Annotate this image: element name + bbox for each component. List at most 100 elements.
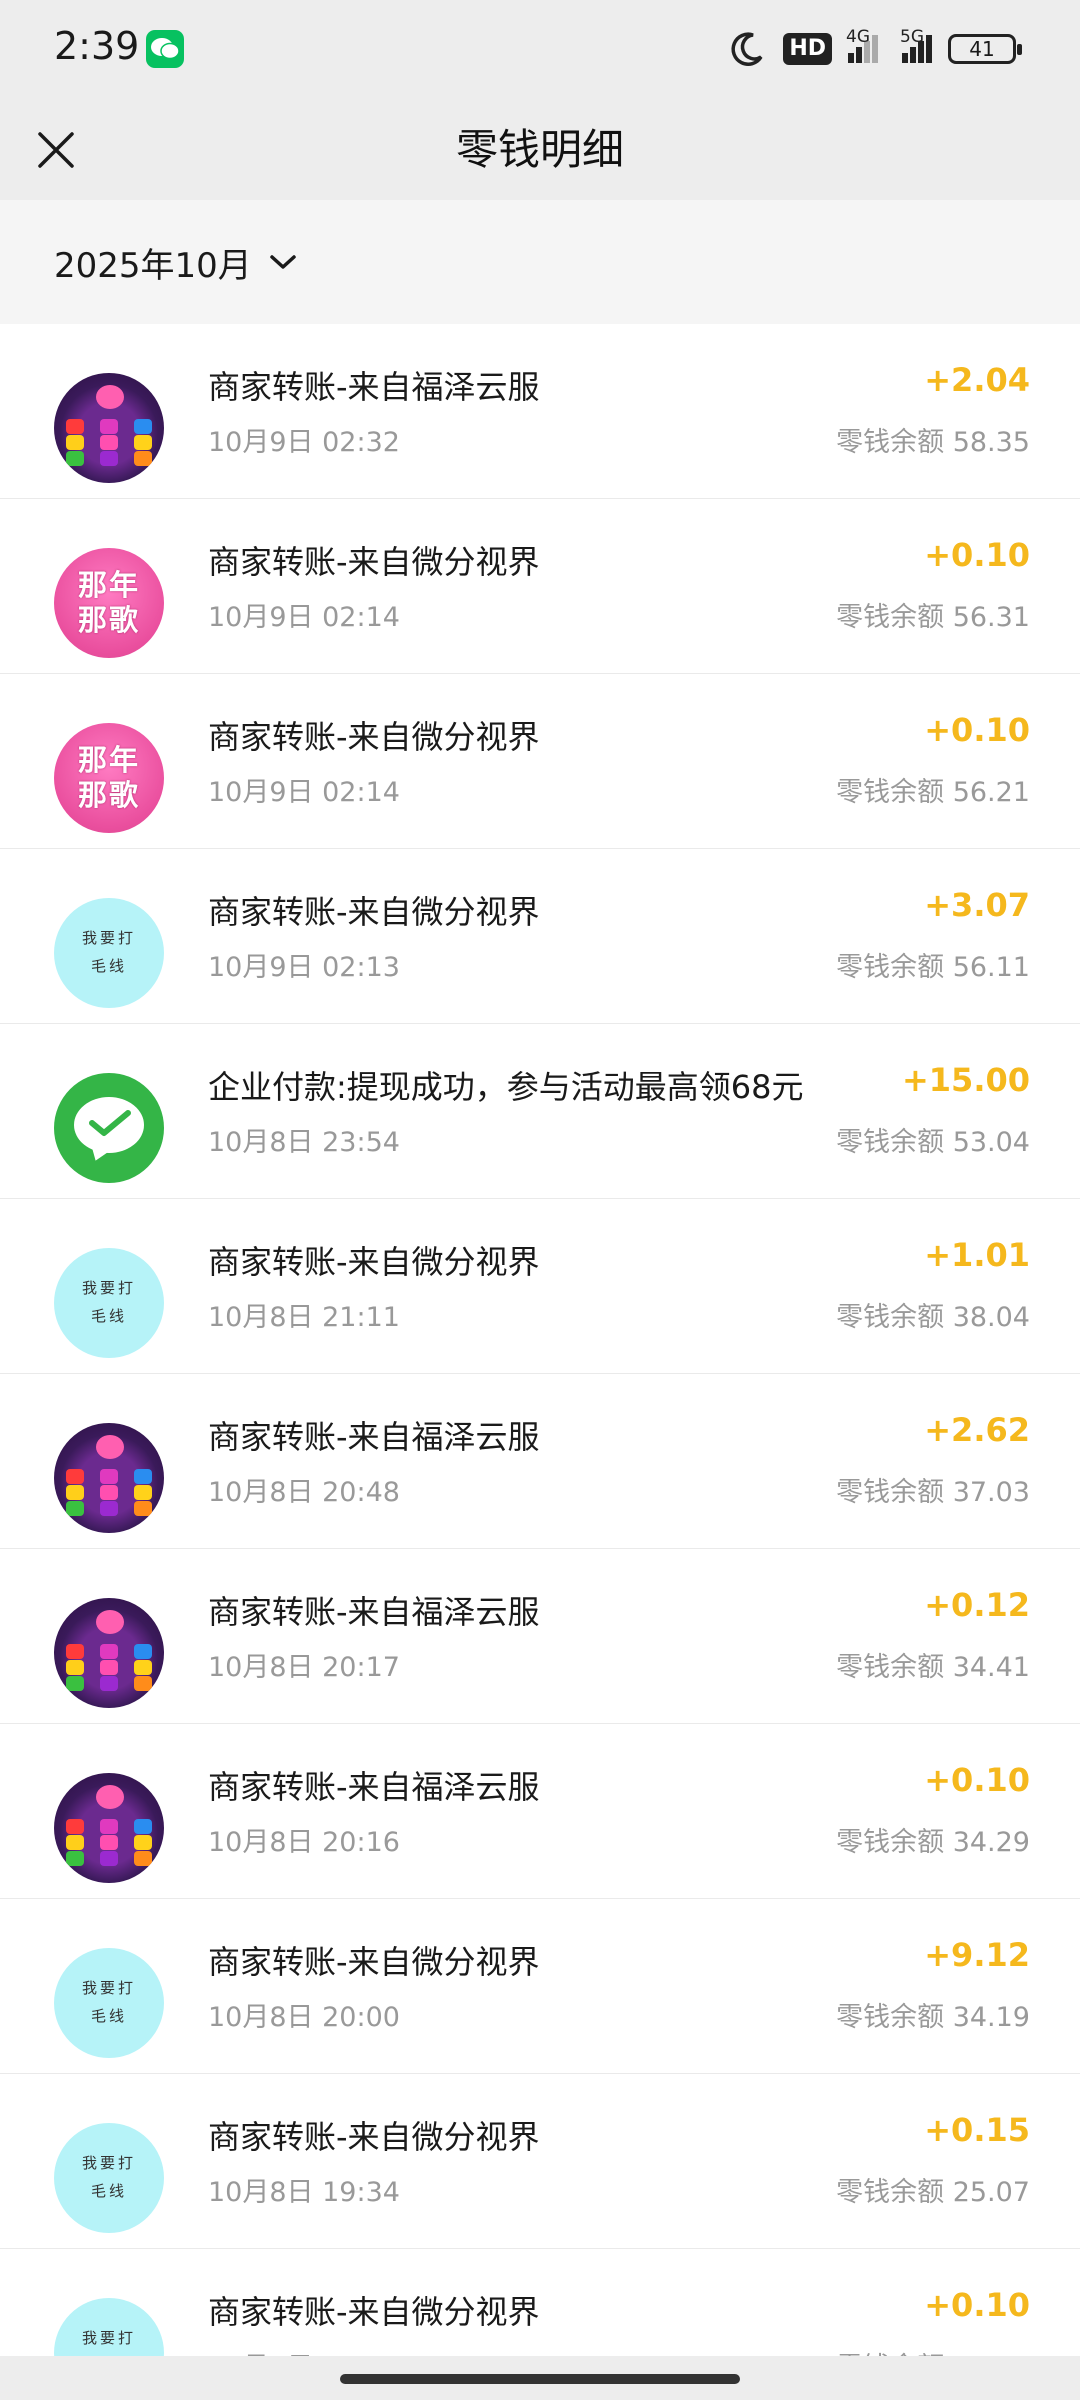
avatar-text-line2: 毛线 bbox=[90, 1307, 127, 1325]
transaction-row[interactable]: 企业付款:提现成功，参与活动最高领68元 10月8日 23:54 +15.00 零钱余… bbox=[0, 1024, 1080, 1199]
merchant-avatar-nana: 那年 那歌 bbox=[54, 723, 164, 833]
avatar-text-line1: 我要打 bbox=[81, 2329, 136, 2347]
transaction-time: 10月8日 20:00 bbox=[208, 2002, 400, 2033]
transaction-balance: 零钱余额 37.03 bbox=[836, 1477, 1030, 1508]
transaction-row[interactable]: 商家转账-来自福泽云服 10月9日 02:32 +2.04 零钱余额 58.35 bbox=[0, 324, 1080, 499]
merchant-avatar-color-stack bbox=[54, 1773, 164, 1883]
transaction-balance: 零钱余额 56.31 bbox=[836, 602, 1030, 633]
avatar-text-line1: 那年 bbox=[77, 743, 140, 777]
merchant-avatar-maoxian: 我要打毛线 bbox=[54, 2123, 164, 2233]
merchant-avatar-nana: 那年 那歌 bbox=[54, 548, 164, 658]
transaction-title: 商家转账-来自福泽云服 bbox=[208, 1593, 540, 1631]
transaction-time: 10月8日 20:17 bbox=[208, 1652, 400, 1683]
transaction-balance: 零钱余额 56.11 bbox=[836, 952, 1030, 983]
transaction-title: 商家转账-来自微分视界 bbox=[208, 893, 540, 931]
moon-icon bbox=[731, 32, 763, 66]
home-indicator[interactable] bbox=[340, 2374, 740, 2384]
transaction-balance: 零钱余额 38.04 bbox=[836, 1302, 1030, 1333]
transaction-row[interactable]: 商家转账-来自福泽云服 10月8日 20:17 +0.12 零钱余额 34.41 bbox=[0, 1549, 1080, 1724]
battery-icon: 41 bbox=[948, 34, 1022, 64]
transaction-amount: +0.10 bbox=[924, 711, 1030, 749]
transaction-title: 商家转账-来自微分视界 bbox=[208, 1943, 540, 1981]
transaction-amount: +2.04 bbox=[924, 361, 1030, 399]
transaction-amount: +2.62 bbox=[924, 1411, 1030, 1449]
status-icons: HD 4G 5G 41 bbox=[727, 27, 1022, 70]
transaction-time: 10月8日 23:54 bbox=[208, 1127, 400, 1158]
transaction-title: 商家转账-来自福泽云服 bbox=[208, 1418, 540, 1456]
month-picker[interactable]: 2025年10月 bbox=[54, 200, 298, 324]
avatar-text-line1: 我要打 bbox=[81, 2154, 136, 2172]
avatar-text-line2: 毛线 bbox=[90, 2182, 127, 2200]
transaction-amount: +0.12 bbox=[924, 1586, 1030, 1624]
transaction-row[interactable]: 我要打毛线 商家转账-来自微分视界 10月8日 21:11 +1.01 零钱余额 38.… bbox=[0, 1199, 1080, 1374]
signal-5g-icon: 5G bbox=[900, 27, 932, 63]
transaction-title: 商家转账-来自微分视界 bbox=[208, 543, 540, 581]
transaction-amount: +0.10 bbox=[924, 536, 1030, 574]
transaction-row[interactable]: 我要打毛线 商家转账-来自微分视界 10月9日 02:13 +3.07 零钱余额 56.… bbox=[0, 849, 1080, 1024]
status-time: 2:39 bbox=[54, 24, 140, 68]
transaction-title: 商家转账-来自微分视界 bbox=[208, 2118, 540, 2156]
transaction-balance: 零钱余额 53.04 bbox=[836, 1127, 1030, 1158]
transaction-title: 企业付款:提现成功，参与活动最高领68元 bbox=[208, 1068, 804, 1106]
transaction-amount: +0.15 bbox=[924, 2111, 1030, 2149]
hd-icon: HD bbox=[783, 33, 832, 65]
gesture-bar bbox=[0, 2356, 1080, 2400]
avatar-text-line2: 毛线 bbox=[90, 957, 127, 975]
transaction-time: 10月8日 19:34 bbox=[208, 2177, 400, 2208]
status-bar: 2:39 HD 4G 5G 41 bbox=[0, 0, 1080, 100]
transaction-amount: +1.01 bbox=[924, 1236, 1030, 1274]
transaction-row[interactable]: 我要打毛线 商家转账-来自微分视界 10月8日 20:00 +9.12 零钱余额 34.… bbox=[0, 1899, 1080, 2074]
transaction-amount: +3.07 bbox=[924, 886, 1030, 924]
navigation-header: 零钱明细 bbox=[0, 100, 1080, 200]
net-4g-label: 4G bbox=[846, 27, 870, 47]
transaction-row[interactable]: 那年 那歌 商家转账-来自微分视界 10月9日 02:14 +0.10 零钱余额 56.2… bbox=[0, 674, 1080, 849]
transaction-balance: 零钱余额 34.41 bbox=[836, 1652, 1030, 1683]
transaction-balance: 零钱余额 25.07 bbox=[836, 2177, 1030, 2208]
transaction-row[interactable]: 商家转账-来自福泽云服 10月8日 20:16 +0.10 零钱余额 34.29 bbox=[0, 1724, 1080, 1899]
net-5g-label: 5G bbox=[900, 27, 924, 47]
transaction-time: 10月9日 02:14 bbox=[208, 777, 400, 808]
transaction-balance: 零钱余额 56.21 bbox=[836, 777, 1030, 808]
transaction-time: 10月9日 02:14 bbox=[208, 602, 400, 633]
transaction-amount: +0.10 bbox=[924, 2286, 1030, 2324]
merchant-avatar-maoxian: 我要打毛线 bbox=[54, 898, 164, 1008]
wechat-notification-icon bbox=[146, 30, 184, 68]
transaction-row[interactable]: 商家转账-来自福泽云服 10月8日 20:48 +2.62 零钱余额 37.03 bbox=[0, 1374, 1080, 1549]
transaction-time: 10月9日 02:13 bbox=[208, 952, 400, 983]
transaction-time: 10月8日 21:11 bbox=[208, 1302, 400, 1333]
avatar-text-line2: 毛线 bbox=[90, 2007, 127, 2025]
transaction-time: 10月9日 02:32 bbox=[208, 427, 400, 458]
avatar-text-line1: 我要打 bbox=[81, 929, 136, 947]
chevron-down-icon bbox=[270, 255, 296, 269]
avatar-text-line2: 那歌 bbox=[77, 603, 140, 637]
transaction-title: 商家转账-来自微分视界 bbox=[208, 718, 540, 756]
transaction-amount: +15.00 bbox=[901, 1061, 1030, 1099]
month-filter-bar: 2025年10月 bbox=[0, 200, 1080, 324]
transaction-time: 10月8日 20:48 bbox=[208, 1477, 400, 1508]
transaction-amount: +0.10 bbox=[924, 1761, 1030, 1799]
transaction-time: 10月8日 20:16 bbox=[208, 1827, 400, 1858]
transaction-title: 商家转账-来自福泽云服 bbox=[208, 368, 540, 406]
month-label: 2025年10月 bbox=[54, 245, 252, 286]
merchant-avatar-maoxian: 我要打毛线 bbox=[54, 1248, 164, 1358]
transaction-balance: 零钱余额 34.19 bbox=[836, 2002, 1030, 2033]
avatar-text-line1: 我要打 bbox=[81, 1279, 136, 1297]
avatar-text-line2: 那歌 bbox=[77, 778, 140, 812]
avatar-text-line1: 我要打 bbox=[81, 1979, 136, 1997]
transaction-balance: 零钱余额 58.35 bbox=[836, 427, 1030, 458]
merchant-avatar-maoxian: 我要打毛线 bbox=[54, 1948, 164, 2058]
transaction-title: 商家转账-来自福泽云服 bbox=[208, 1768, 540, 1806]
merchant-avatar-color-stack bbox=[54, 1598, 164, 1708]
avatar-text-line1: 那年 bbox=[77, 568, 140, 602]
transaction-title: 商家转账-来自微分视界 bbox=[208, 2293, 540, 2331]
wechat-pay-avatar-icon bbox=[54, 1073, 164, 1183]
transaction-list: 商家转账-来自福泽云服 10月9日 02:32 +2.04 零钱余额 58.35 那年那… bbox=[0, 324, 1080, 2400]
signal-4g-icon: 4G bbox=[846, 27, 878, 63]
transaction-amount: +9.12 bbox=[924, 1936, 1030, 1974]
transaction-row[interactable]: 那年 那歌 商家转账-来自微分视界 10月9日 02:14 +0.10 零钱余额 56.3… bbox=[0, 499, 1080, 674]
merchant-avatar-color-stack bbox=[54, 373, 164, 483]
page-title: 零钱明细 bbox=[455, 125, 624, 174]
transaction-title: 商家转账-来自微分视界 bbox=[208, 1243, 540, 1281]
transaction-row[interactable]: 我要打毛线 商家转账-来自微分视界 10月8日 19:34 +0.15 零钱余额 25.… bbox=[0, 2074, 1080, 2249]
merchant-avatar-color-stack bbox=[54, 1423, 164, 1533]
